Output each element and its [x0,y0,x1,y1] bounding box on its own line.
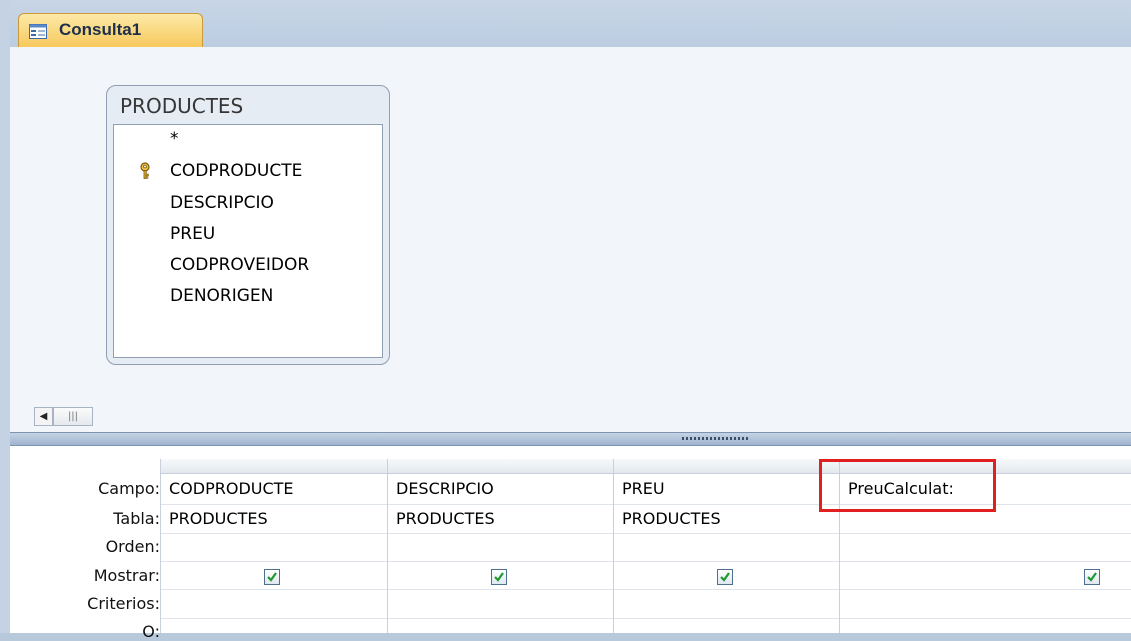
field-codproducte[interactable]: CODPRODUCTE [170,161,302,181]
checkmark-icon [267,572,277,582]
grid-column-3[interactable]: PREU PRODUCTES [613,459,839,633]
checkmark-icon [494,572,504,582]
field-preu[interactable]: PREU [170,224,215,244]
design-pane-horizontal-scrollbar[interactable]: ◀ ||| [10,403,1131,432]
mostrar-checkbox[interactable] [491,569,507,585]
query-design-pane[interactable]: PRODUCTES * CODPRODUCTE DESCRIPCIO PREU … [10,47,1131,403]
grid-column-1[interactable]: CODPRODUCTE PRODUCTES [160,459,387,633]
row-label-orden: Orden: [105,537,160,556]
row-label-tabla: Tabla: [113,509,160,528]
row-label-campo: Campo: [98,479,160,498]
cell-campo[interactable]: DESCRIPCIO [396,479,494,498]
window-left-border [0,0,10,633]
highlight-annotation [819,459,996,512]
tab-label: Consulta1 [59,20,142,39]
row-label-o: O: [142,622,160,641]
mostrar-checkbox[interactable] [717,569,733,585]
grid-column-2[interactable]: DESCRIPCIO PRODUCTES [387,459,613,633]
field-codproveidor[interactable]: CODPROVEIDOR [170,255,309,275]
field-list[interactable]: * CODPRODUCTE DESCRIPCIO PREU CODPROVEID… [113,124,383,358]
field-descripcio[interactable]: DESCRIPCIO [170,193,274,213]
row-label-mostrar: Mostrar: [93,566,160,585]
cell-tabla[interactable]: PRODUCTES [396,509,495,528]
column-selector[interactable] [388,459,613,474]
document-tab-strip: Consulta1 [10,0,1131,48]
primary-key-icon [140,162,150,179]
scrollbar-thumb[interactable]: ||| [53,407,93,426]
cell-tabla[interactable]: PRODUCTES [169,509,268,528]
table-field-list-productes[interactable]: PRODUCTES * CODPRODUCTE DESCRIPCIO PREU … [106,85,390,365]
tab-consulta1[interactable]: Consulta1 [18,13,203,47]
column-selector[interactable] [614,459,839,474]
field-denorigen[interactable]: DENORIGEN [170,286,273,306]
cell-campo[interactable]: PREU [622,479,665,498]
mostrar-checkbox[interactable] [1084,569,1100,585]
checkmark-icon [1087,572,1097,582]
pane-splitter[interactable] [10,432,1131,446]
table-title[interactable]: PRODUCTES [120,94,243,118]
field-all-asterisk[interactable]: * [170,129,179,149]
column-selector[interactable] [161,459,387,474]
cell-campo[interactable]: CODPRODUCTE [169,479,294,498]
scroll-left-arrow-icon[interactable]: ◀ [34,407,53,426]
splitter-grip-icon [682,437,750,440]
cell-tabla[interactable]: PRODUCTES [622,509,721,528]
query-design-icon [29,24,47,39]
mostrar-checkbox[interactable] [264,569,280,585]
checkmark-icon [720,572,730,582]
row-label-criterios: Criterios: [87,594,160,613]
